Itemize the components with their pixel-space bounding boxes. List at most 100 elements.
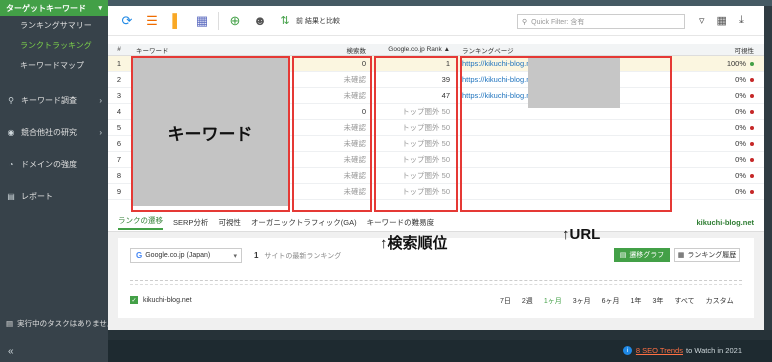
seo-trends-notice: i 8 SEO Trends to Watch in 2021 (622, 346, 742, 355)
visibility-value: 0% (735, 187, 746, 196)
sidebar: ターゲットキーワード ▾ ランキングサマリー ランクトラッキング キーワードマッ… (0, 0, 108, 362)
sidebar-item-competitor-research[interactable]: ◉ 競合他社の研究 › (0, 116, 108, 148)
status-dot-icon (750, 174, 754, 179)
search-engine-select[interactable]: G Google.co.jp (Japan) ▾ (130, 248, 242, 263)
cell-visibility: 0% (670, 155, 764, 164)
col-header-volume[interactable]: 検索数 (292, 45, 374, 55)
toolbar-right: ▿ ▦ ⤓ (699, 14, 744, 27)
cell-visibility: 0% (670, 75, 764, 84)
cell-num: 7 (116, 155, 122, 164)
running-tasks-label: 実行中のタスクはありません (17, 318, 108, 328)
tab-visibility[interactable]: 可視性 (218, 217, 241, 228)
cell-num: 6 (116, 139, 122, 148)
cell-visibility: 0% (670, 123, 764, 132)
cell-num: 1 (116, 59, 122, 68)
search-engine-value: Google.co.jp (Japan) (145, 252, 211, 259)
columns-icon[interactable]: ▦ (717, 14, 727, 27)
table-header: # キーワード 検索数 Google.co.jp Rank ▲ ランキングページ… (108, 44, 764, 56)
visibility-value: 0% (735, 139, 746, 148)
annotation-box-volume (292, 56, 372, 212)
filter-icon[interactable]: ▿ (699, 14, 705, 27)
status-dot-icon (750, 126, 754, 131)
sidebar-item-label: ドメインの強度 (21, 159, 77, 169)
seo-trends-text: to Watch in 2021 (685, 346, 742, 355)
status-dot-icon (750, 142, 754, 147)
tab-keyword-difficulty[interactable]: キーワードの難易度 (367, 217, 435, 228)
quick-filter-input[interactable]: ⚲ Quick Filter: 含有 (517, 14, 685, 29)
col-header-num[interactable]: # (108, 46, 130, 53)
period-2w[interactable]: 2週 (522, 296, 533, 306)
col-header-rank[interactable]: Google.co.jp Rank ▲ (374, 46, 456, 53)
graph-button[interactable]: ▤ 遷移グラフ (614, 248, 670, 262)
seo-trends-link[interactable]: 8 SEO Trends (636, 346, 683, 355)
sidebar-item-ranking-summary[interactable]: ランキングサマリー (0, 16, 108, 36)
col-header-visibility[interactable]: 可視性 (670, 45, 764, 55)
chevron-down-icon: ▾ (233, 252, 237, 260)
chevron-down-icon: ▾ (98, 5, 102, 12)
vertical-scrollbar[interactable] (764, 6, 772, 330)
status-dot-icon (750, 110, 754, 115)
tab-serp-analysis[interactable]: SERP分析 (173, 217, 208, 228)
sidebar-item-label: キーワード調査 (21, 95, 77, 105)
sidebar-item-rank-tracking[interactable]: ランクトラッキング (0, 36, 108, 56)
col-header-page[interactable]: ランキングページ (456, 45, 670, 55)
add-icon[interactable]: ⊕ (226, 12, 244, 30)
status-dot-icon (750, 190, 754, 195)
visibility-value: 0% (735, 91, 746, 100)
tab-rank-history[interactable]: ランクの遷移 (118, 215, 163, 230)
compare-button[interactable]: ⇅ 前 結果と比較 (276, 12, 340, 30)
chevron-right-icon: › (99, 127, 102, 137)
sidebar-item-keyword-research[interactable]: ⚲ キーワード調査 › (0, 84, 108, 116)
tab-organic-traffic[interactable]: オーガニックトラフィック(GA) (251, 217, 357, 228)
cell-num: 9 (116, 187, 122, 196)
chart-legend[interactable]: ✓ kikuchi-blog.net (130, 296, 192, 304)
sidebar-header-label: ターゲットキーワード (6, 3, 86, 13)
period-custom[interactable]: カスタム (706, 296, 734, 306)
cell-num: 5 (116, 123, 122, 132)
chevron-right-icon: › (99, 95, 102, 105)
period-1m[interactable]: 1ヶ月 (544, 296, 562, 306)
list-icon[interactable]: ☰ (143, 12, 161, 30)
sidebar-collapse-button[interactable]: « (0, 340, 108, 362)
sidebar-item-keyword-map[interactable]: キーワードマップ (0, 56, 108, 76)
cell-num: 3 (116, 91, 122, 100)
refresh-icon[interactable]: ⟳ (118, 12, 136, 30)
visibility-value: 0% (735, 155, 746, 164)
annotation-box-url (460, 56, 672, 212)
toolbar-divider (218, 11, 219, 30)
bar-chart-icon[interactable]: ▌ (168, 12, 186, 30)
status-dot-icon (750, 158, 754, 163)
recent-rankings: 1 サイトの最新ランキング (254, 251, 341, 261)
google-icon: G (136, 251, 143, 260)
period-6m[interactable]: 6ヶ月 (602, 296, 620, 306)
visibility-value: 0% (735, 107, 746, 116)
sidebar-section-target-keywords[interactable]: ターゲットキーワード ▾ (0, 0, 108, 16)
search-icon: ⚲ (522, 18, 528, 26)
checkbox-checked-icon[interactable]: ✓ (130, 296, 138, 304)
cell-visibility: 0% (670, 171, 764, 180)
users-icon[interactable]: ☻ (251, 12, 269, 30)
sidebar-item-label: 競合他社の研究 (21, 127, 77, 137)
period-selector: 7日 2週 1ヶ月 3ヶ月 6ヶ月 1年 3年 すべて カスタム (500, 296, 734, 306)
period-3y[interactable]: 3年 (652, 296, 663, 306)
running-tasks-status[interactable]: ▤ 実行中のタスクはありません (0, 314, 108, 332)
cell-visibility: 0% (670, 139, 764, 148)
period-all[interactable]: すべて (674, 296, 694, 306)
compare-label: 前 結果と比較 (296, 17, 340, 25)
calendar-icon[interactable]: ▦ (193, 12, 211, 30)
history-button[interactable]: ▦ ランキング履歴 (674, 248, 740, 262)
period-7d[interactable]: 7日 (500, 296, 511, 306)
annotation-box-keyword (131, 56, 290, 212)
task-icon: ▤ (6, 318, 14, 328)
status-dot-icon (750, 94, 754, 99)
graph-button-label: 遷移グラフ (629, 252, 665, 259)
sidebar-item-reports[interactable]: ▤ レポート (0, 180, 108, 212)
period-3m[interactable]: 3ヶ月 (573, 296, 591, 306)
cell-num: 2 (116, 75, 122, 84)
footer-bar: i 8 SEO Trends to Watch in 2021 (108, 340, 772, 362)
download-icon[interactable]: ⤓ (739, 14, 744, 27)
col-header-keyword[interactable]: キーワード (130, 45, 292, 55)
period-1y[interactable]: 1年 (631, 296, 642, 306)
sidebar-item-domain-strength[interactable]: ◔ ドメインの強度 (0, 148, 108, 180)
